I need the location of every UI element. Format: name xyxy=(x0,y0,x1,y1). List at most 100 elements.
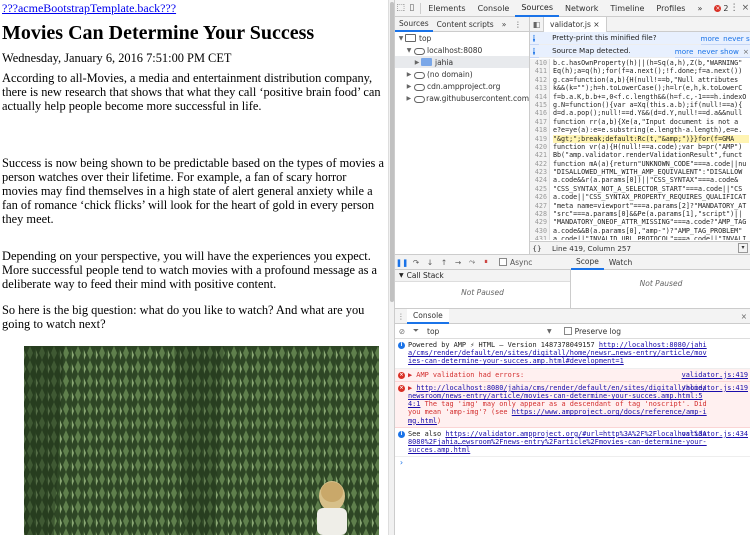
file-tab-close-icon[interactable]: × xyxy=(593,20,599,29)
info-icon: i xyxy=(533,47,536,55)
code-line: "meta name=viewport"===a.params[2]?"MAND… xyxy=(553,201,747,210)
tab-watch[interactable]: Watch xyxy=(604,255,637,270)
line-number[interactable]: 418 xyxy=(530,126,547,134)
more-tabs-button[interactable]: » xyxy=(691,0,708,17)
editor-scroll-icon[interactable]: ▾ xyxy=(738,243,748,253)
code-line: function vr(a){H(null!==a.code);var b=pr… xyxy=(553,142,743,151)
article-date: Wednesday, January 6, 2016 7:51:00 PM CE… xyxy=(2,51,232,65)
tab-sources[interactable]: Sources xyxy=(515,0,559,17)
line-number[interactable]: 413 xyxy=(530,84,547,92)
line-number[interactable]: 425 xyxy=(530,185,547,193)
tree-item[interactable]: ▼ localhost:8080 xyxy=(395,44,529,56)
line-number[interactable]: 416 xyxy=(530,109,547,117)
tree-item[interactable]: ▶ jahia xyxy=(395,56,529,68)
tree-item[interactable]: ▶ raw.githubusercontent.com xyxy=(395,92,529,104)
line-number[interactable]: 427 xyxy=(530,202,547,210)
infobar-close-icon[interactable]: × xyxy=(743,47,749,56)
toolbar-divider xyxy=(419,2,421,14)
context-dropdown-icon[interactable]: ▼ xyxy=(547,328,552,335)
context-selector[interactable]: top xyxy=(427,327,547,336)
message-source-link[interactable]: validator.js:434 xyxy=(682,430,748,438)
message-text[interactable]: ▶ AMP validation had errors: xyxy=(408,371,524,379)
tree-toggle-icon[interactable]: ▶ xyxy=(405,95,413,102)
navigator-tab-content-scripts[interactable]: Content scripts xyxy=(433,17,498,32)
console-prompt[interactable]: › xyxy=(395,457,750,469)
tree-toggle-icon[interactable]: ▶ xyxy=(413,59,421,66)
line-number-gutter[interactable]: 410 411 412 413 414 415 416 417 418 419 420 421 422 4… xyxy=(530,59,550,240)
tab-console[interactable]: Console xyxy=(472,0,516,17)
tab-timeline[interactable]: Timeline xyxy=(604,0,650,17)
tree-item[interactable]: ▶ (no domain) xyxy=(395,68,529,80)
infobar-never-show-link[interactable]: never show xyxy=(723,34,750,43)
line-number[interactable]: 415 xyxy=(530,101,547,109)
devtools-close-icon[interactable]: × xyxy=(740,1,750,16)
navigator-more-button[interactable]: » xyxy=(498,17,511,32)
line-number[interactable]: 421 xyxy=(530,151,547,159)
infobar-more-link[interactable]: more xyxy=(675,47,694,56)
line-number[interactable]: 422 xyxy=(530,160,547,168)
tab-profiles[interactable]: Profiles xyxy=(650,0,691,17)
inspect-element-icon[interactable]: ⬚ xyxy=(395,1,406,16)
line-number[interactable]: 426 xyxy=(530,193,547,201)
line-number[interactable]: 420 xyxy=(530,143,547,151)
tab-elements[interactable]: Elements xyxy=(422,0,471,17)
line-number[interactable]: 412 xyxy=(530,76,547,84)
line-number[interactable]: 430 xyxy=(530,227,547,235)
device-mode-icon[interactable]: ▯ xyxy=(406,1,417,16)
line-number[interactable]: 429 xyxy=(530,218,547,226)
drawer-menu-icon[interactable]: ⋮ xyxy=(395,312,407,321)
pretty-print-button[interactable]: {} xyxy=(530,244,544,253)
preserve-log-checkbox[interactable] xyxy=(563,327,572,335)
infobar-more-link[interactable]: more xyxy=(701,34,720,43)
message-source-link[interactable]: validator.js:419 xyxy=(682,384,748,392)
step-icon[interactable]: → xyxy=(451,258,465,267)
pause-on-exceptions-icon[interactable]: ⏸ xyxy=(479,257,493,267)
filter-icon[interactable]: ⏷ xyxy=(409,326,423,336)
line-number[interactable]: 428 xyxy=(530,210,547,218)
line-number[interactable]: 419 xyxy=(530,135,547,143)
error-count-badge[interactable]: × 2 xyxy=(714,4,728,13)
toggle-navigator-icon[interactable]: ◧ xyxy=(530,16,544,32)
line-number[interactable]: 411 xyxy=(530,67,547,75)
template-back-link[interactable]: ???acmeBootstrapTemplate.back??? xyxy=(2,1,176,16)
drawer-close-icon[interactable]: × xyxy=(741,312,747,321)
code-line: d=d.a.pop();null!==d.Y&&(d=d.Y,null!==d.… xyxy=(553,109,743,118)
message-text: See also xyxy=(408,429,446,438)
line-number[interactable]: 414 xyxy=(530,93,547,101)
step-out-icon[interactable]: ↑ xyxy=(437,258,451,267)
line-number[interactable]: 410 xyxy=(530,59,547,67)
devtools-panel: ⬚ ▯ Elements Console Sources Network Tim… xyxy=(394,0,750,535)
tab-network[interactable]: Network xyxy=(559,0,604,17)
tree-item[interactable]: ▼ top xyxy=(395,32,529,44)
code-lines[interactable]: b.c.hasOwnProperty(h)||(h=Sq(a,h),Z(b,"W… xyxy=(553,59,749,240)
console-drawer-tab[interactable]: Console xyxy=(407,308,449,324)
navigator-tabs: Sources Content scripts » ⋮ xyxy=(395,17,529,32)
tree-toggle-icon[interactable]: ▶ xyxy=(405,83,413,90)
tree-toggle-icon[interactable]: ▶ xyxy=(405,71,413,78)
line-number[interactable]: 423 xyxy=(530,168,547,176)
call-stack-header[interactable]: ▼ Call Stack xyxy=(395,270,570,282)
infobar-never-show-link[interactable]: never show xyxy=(697,47,738,56)
error-icon: × xyxy=(714,4,722,12)
navigator-tab-sources[interactable]: Sources xyxy=(395,17,433,32)
deactivate-breakpoints-icon[interactable]: ⤳ xyxy=(465,257,479,267)
pause-icon[interactable]: ❚❚ xyxy=(395,258,409,267)
tree-toggle-icon[interactable]: ▼ xyxy=(405,47,413,54)
message-source-link[interactable]: validator.js:419 xyxy=(682,371,748,379)
async-checkbox[interactable] xyxy=(499,258,507,266)
file-tab-validator[interactable]: validator.js × xyxy=(544,16,607,32)
tree-item[interactable]: ▶ cdn.ampproject.org xyxy=(395,80,529,92)
message-link[interactable]: https://validator.ampproject.org/#url=ht… xyxy=(408,430,707,454)
code-area[interactable]: 410 411 412 413 414 415 416 417 418 419 420 421 422 4… xyxy=(530,58,750,240)
step-over-icon[interactable]: ↷ xyxy=(409,258,423,267)
tree-toggle-icon[interactable]: ▼ xyxy=(397,35,405,42)
line-number[interactable]: 424 xyxy=(530,176,547,184)
step-into-icon[interactable]: ↓ xyxy=(423,258,437,267)
clear-console-icon[interactable]: ⊘ xyxy=(395,327,409,336)
infobar-message: Source Map detected. xyxy=(539,44,675,58)
line-number[interactable]: 431 xyxy=(530,235,547,240)
line-number[interactable]: 417 xyxy=(530,118,547,126)
navigator-menu-icon[interactable]: ⋮ xyxy=(510,17,526,32)
tab-scope[interactable]: Scope xyxy=(571,255,604,270)
devtools-menu-icon[interactable]: ⋮ xyxy=(728,1,739,16)
